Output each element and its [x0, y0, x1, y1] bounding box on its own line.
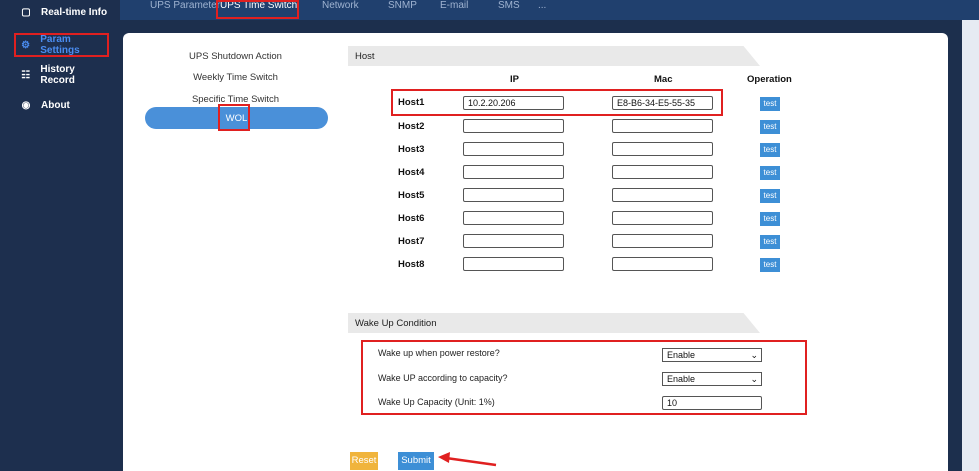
scrollbar[interactable]	[962, 20, 979, 471]
host-ip-input[interactable]	[463, 142, 564, 156]
host-label: Host4	[398, 167, 425, 178]
test-button[interactable]: test	[760, 235, 780, 249]
tab-sms[interactable]: SMS	[498, 0, 520, 16]
test-button[interactable]: test	[760, 166, 780, 180]
host-label: Host8	[398, 259, 425, 270]
host-mac-input[interactable]	[612, 211, 713, 225]
host-label: Host6	[398, 213, 425, 224]
submenu-ups-shutdown-action[interactable]: UPS Shutdown Action	[143, 51, 328, 62]
reset-button[interactable]: Reset	[350, 452, 378, 470]
submit-button[interactable]: Submit	[398, 452, 434, 470]
test-button[interactable]: test	[760, 258, 780, 272]
highlight-wol	[218, 104, 250, 131]
host-label: Host2	[398, 121, 425, 132]
test-button[interactable]: test	[760, 189, 780, 203]
wake-section-header: Wake Up Condition	[348, 313, 760, 333]
test-button[interactable]: test	[760, 97, 780, 111]
tab-ups-parameter[interactable]: UPS Parameter	[150, 0, 220, 16]
host-ip-input[interactable]	[463, 234, 564, 248]
host-mac-input[interactable]	[612, 119, 713, 133]
host-ip-input[interactable]	[463, 165, 564, 179]
host-ip-input[interactable]	[463, 119, 564, 133]
sidebar-item-label: About	[41, 99, 70, 111]
arrow-icon	[438, 452, 497, 467]
sidebar-item-label: History Record	[40, 64, 75, 86]
tab-network[interactable]: Network	[322, 0, 359, 16]
sidebar-item-history-record[interactable]: ☷ History Record	[7, 63, 109, 87]
host-label: Host7	[398, 236, 425, 247]
sidebar-item-real-time-info[interactable]: ▢ Real-time Info	[7, 0, 109, 24]
tab-snmp[interactable]: SNMP	[388, 0, 417, 16]
sidebar-item-about[interactable]: ◉ About	[7, 93, 109, 117]
tab-email[interactable]: E-mail	[440, 0, 468, 16]
host-label: Host3	[398, 144, 425, 155]
host-mac-input[interactable]	[612, 257, 713, 271]
host-ip-input[interactable]	[463, 257, 564, 271]
highlight-ups-time-switch	[216, 0, 299, 19]
host-mac-input[interactable]	[612, 234, 713, 248]
monitor-icon: ▢	[21, 6, 31, 18]
host-mac-input[interactable]	[612, 165, 713, 179]
highlight-host1	[391, 89, 723, 116]
host-ip-input[interactable]	[463, 211, 564, 225]
highlight-wake-conditions	[361, 340, 807, 415]
highlight-param-settings	[14, 33, 109, 57]
mac-column-header: Mac	[654, 74, 673, 85]
host-mac-input[interactable]	[612, 142, 713, 156]
host-section-header: Host	[348, 46, 760, 66]
sidebar: ▢ Real-time Info ⚙ Param Settings ☷ Hist…	[0, 0, 120, 471]
history-icon: ☷	[21, 69, 31, 81]
host-ip-input[interactable]	[463, 188, 564, 202]
operation-column-header: Operation	[747, 74, 792, 85]
sidebar-item-label: Real-time Info	[41, 6, 108, 18]
test-button[interactable]: test	[760, 212, 780, 226]
tab-more[interactable]: ...	[538, 0, 546, 16]
ip-column-header: IP	[510, 74, 519, 85]
about-icon: ◉	[21, 99, 31, 111]
test-button[interactable]: test	[760, 143, 780, 157]
host-mac-input[interactable]	[612, 188, 713, 202]
host-label: Host5	[398, 190, 425, 201]
test-button[interactable]: test	[760, 120, 780, 134]
submenu-weekly-time-switch[interactable]: Weekly Time Switch	[143, 72, 328, 83]
